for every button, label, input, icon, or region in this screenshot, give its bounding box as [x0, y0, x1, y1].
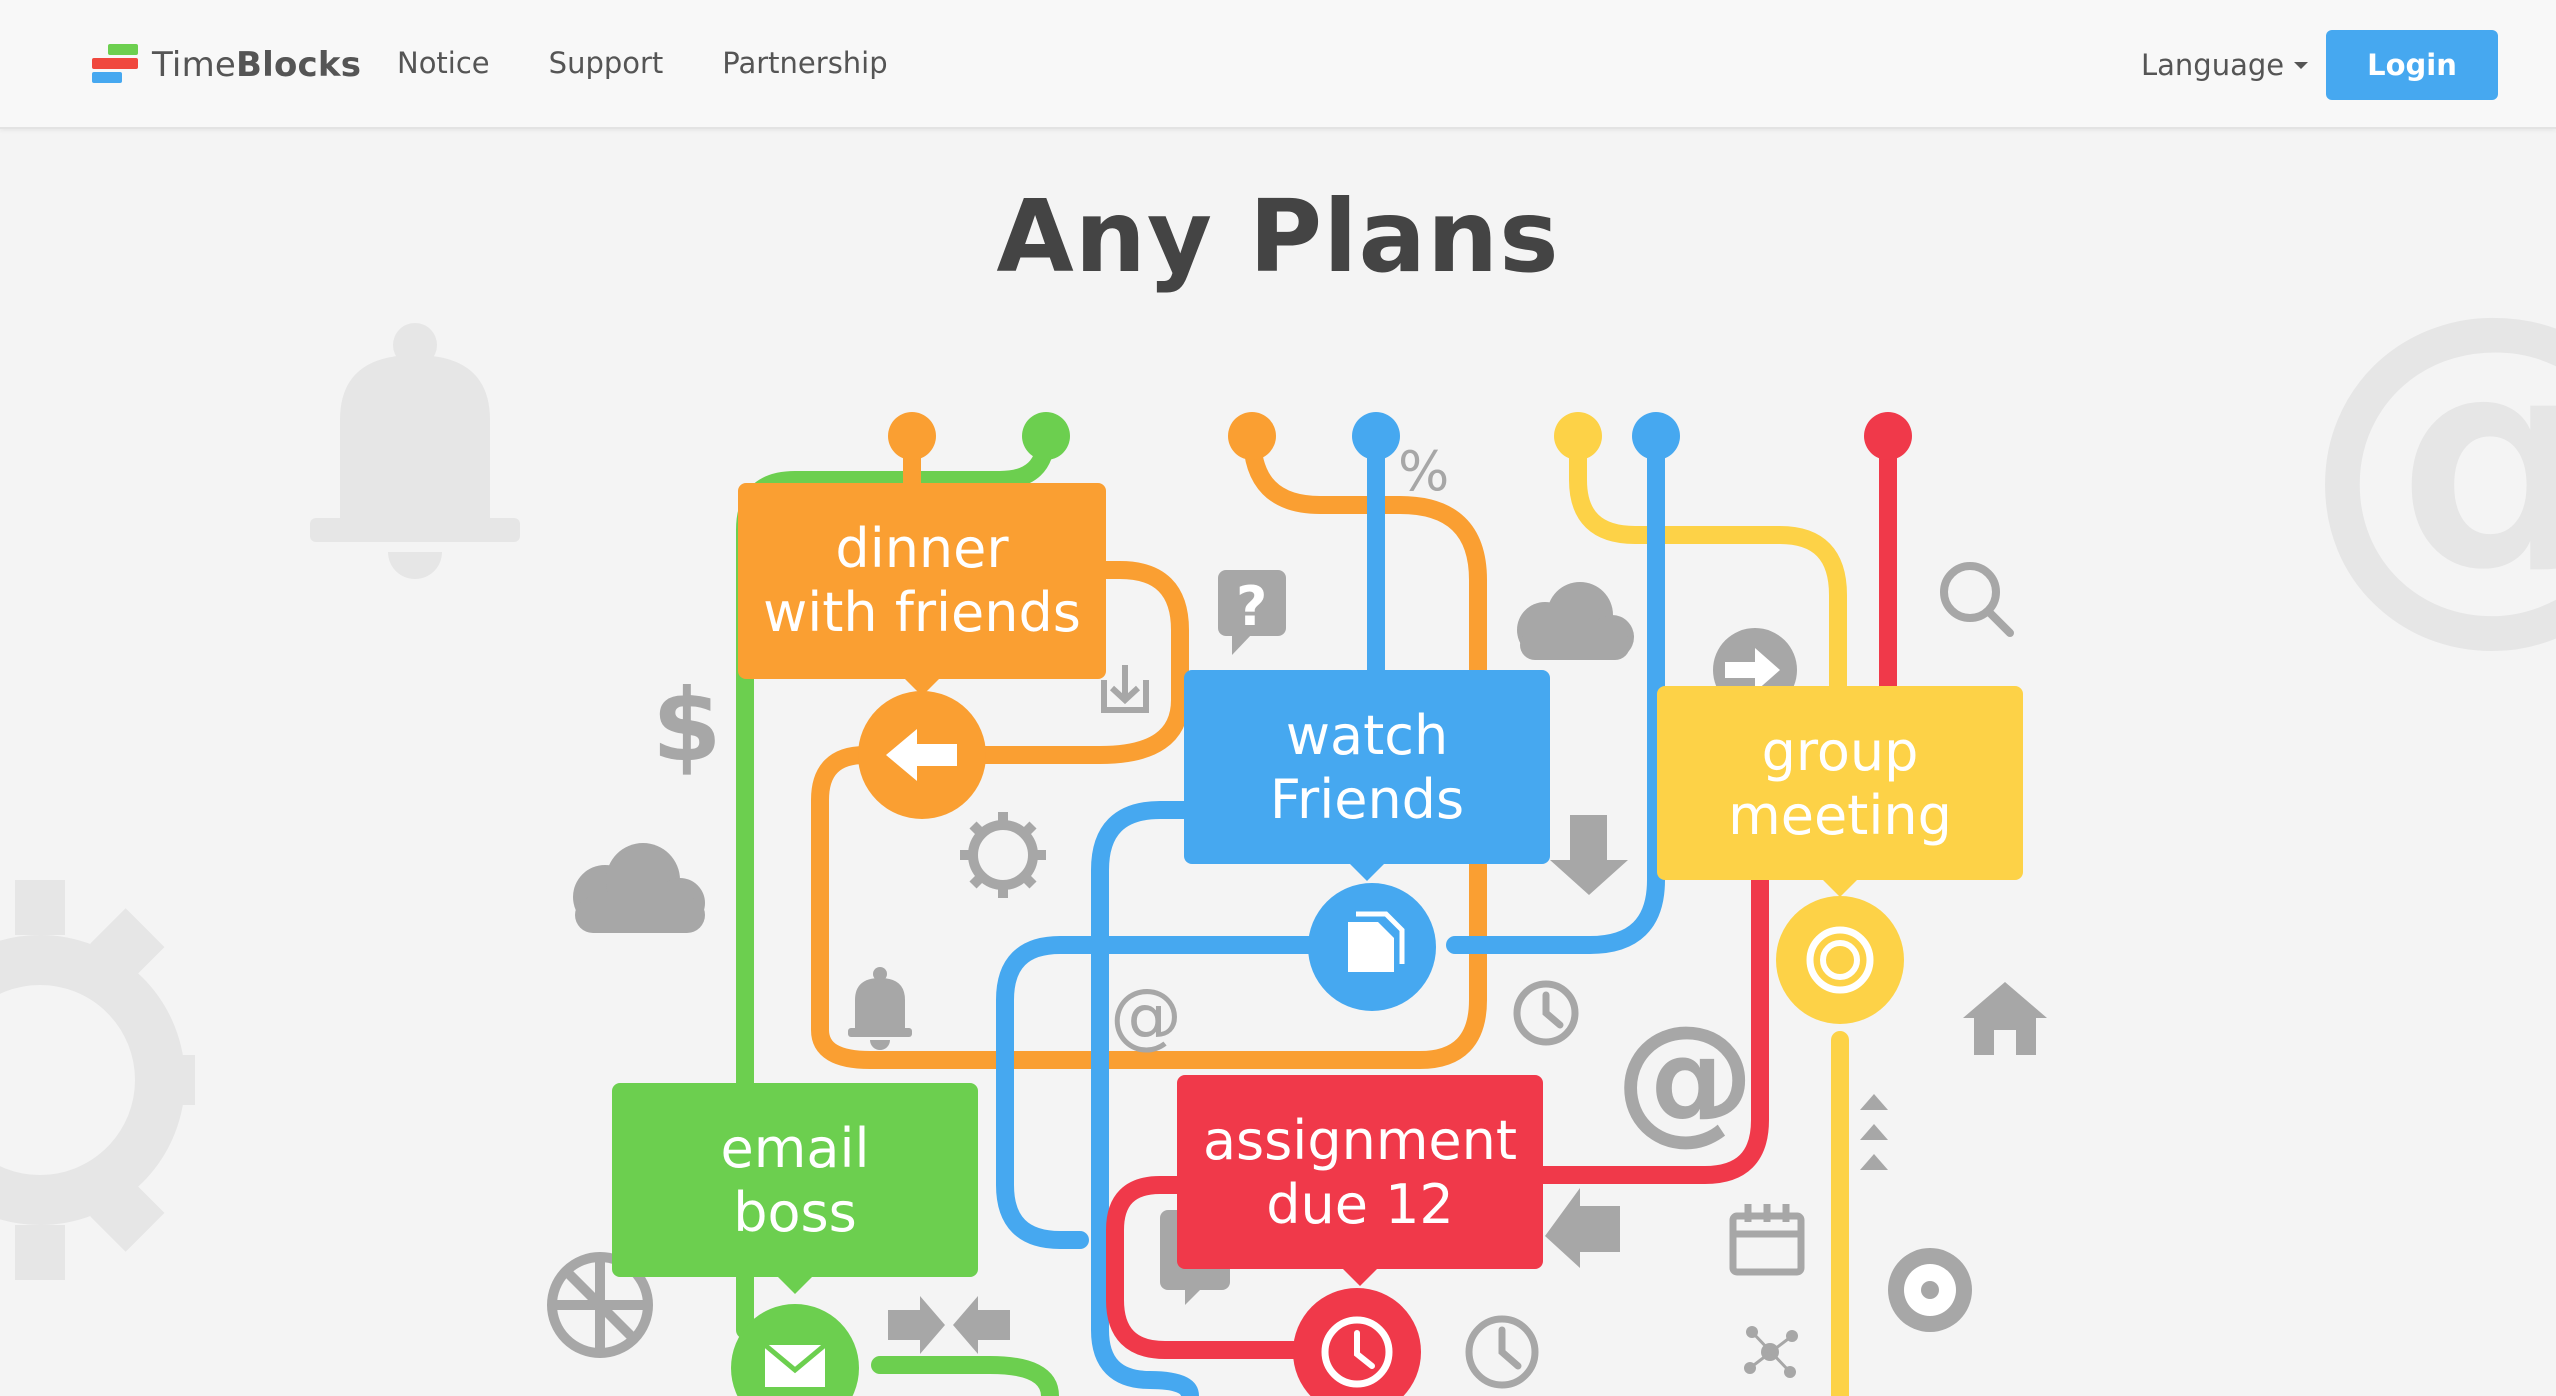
- cloud-icon-top: [1517, 582, 1634, 660]
- percent-icon: %: [1398, 440, 1449, 503]
- network-icon: [1744, 1326, 1798, 1378]
- cloud-icon-left: [573, 843, 705, 933]
- card-group-meeting[interactable]: group meeting: [1657, 686, 2023, 897]
- home-icon: [1963, 982, 2047, 1055]
- badge-icon: [1888, 1248, 1972, 1332]
- card-dinner-line2: with friends: [763, 581, 1081, 644]
- bell-icon: [848, 967, 912, 1050]
- dollar-icon: $: [652, 667, 722, 784]
- svg-text:?: ?: [1236, 575, 1267, 638]
- language-label: Language: [2141, 48, 2285, 82]
- card-watch-line1: watch: [1286, 704, 1448, 767]
- card-email-line1: email: [721, 1117, 870, 1180]
- brand-logo[interactable]: TimeBlocks: [92, 40, 361, 90]
- card-group-line2: meeting: [1728, 784, 1952, 847]
- card-watch-friends[interactable]: watch Friends: [1184, 670, 1550, 881]
- at-icon-small: @: [1110, 973, 1182, 1057]
- card-group-line1: group: [1762, 720, 1919, 783]
- target-circle-icon[interactable]: [1776, 896, 1904, 1024]
- background-bell-icon: [310, 323, 520, 579]
- brand-name-bold: Blocks: [236, 45, 362, 85]
- dot-red: [1864, 412, 1912, 460]
- card-assignment-line2: due 12: [1266, 1173, 1454, 1236]
- background-gear-icon: [0, 935, 185, 1225]
- card-email-boss[interactable]: email boss: [612, 1083, 978, 1294]
- language-dropdown[interactable]: Language: [2141, 48, 2309, 82]
- card-dinner-line1: dinner: [835, 517, 1009, 580]
- card-assignment-due[interactable]: assignment due 12: [1177, 1075, 1543, 1286]
- clock-circle-icon[interactable]: [1293, 1288, 1421, 1396]
- triangles-icon: [1860, 1094, 1888, 1170]
- download-tray-icon: [1101, 665, 1149, 713]
- clock-icon-mid: [1513, 980, 1579, 1046]
- brand-name-light: Time: [152, 45, 237, 85]
- question-bubble-icon: ?: [1218, 570, 1286, 655]
- arrow-left-icon: [1545, 1188, 1620, 1268]
- dot-orange-1: [888, 412, 936, 460]
- arrow-down-icon: [1550, 815, 1628, 895]
- nav-partnership-link[interactable]: Partnership: [722, 46, 887, 80]
- document-circle-icon[interactable]: [1308, 883, 1436, 1011]
- main-nav: Notice Support Partnership: [397, 46, 947, 80]
- at-icon-large: @: [1615, 996, 1755, 1159]
- clock-icon-bottom: [1465, 1315, 1539, 1389]
- calendar-icon: [1729, 1204, 1805, 1276]
- dot-green: [1022, 412, 1070, 460]
- card-email-line2: boss: [733, 1181, 857, 1244]
- search-icon: [1940, 562, 2014, 637]
- dot-blue-1: [1352, 412, 1400, 460]
- card-assignment-line1: assignment: [1203, 1109, 1517, 1172]
- nav-support-link[interactable]: Support: [549, 46, 664, 80]
- arrows-converge-icon: [888, 1296, 1010, 1354]
- card-watch-line2: Friends: [1270, 768, 1464, 831]
- top-navbar: TimeBlocks Notice Support Partnership La…: [0, 0, 2556, 129]
- background-at-icon: @: [2300, 232, 2556, 675]
- brand-name: TimeBlocks: [152, 45, 361, 85]
- card-dinner-with-friends[interactable]: dinner with friends: [738, 483, 1106, 696]
- logo-blocks-icon: [92, 44, 138, 86]
- dot-yellow: [1554, 412, 1602, 460]
- dot-blue-2: [1632, 412, 1680, 460]
- nav-notice-link[interactable]: Notice: [397, 46, 490, 80]
- back-arrow-circle-icon[interactable]: [858, 691, 986, 819]
- login-button[interactable]: Login: [2326, 30, 2498, 100]
- dot-orange-2: [1228, 412, 1276, 460]
- gear-icon: [960, 812, 1046, 898]
- hero-illustration: @ % $ @ @ ?: [0, 232, 2556, 1396]
- caret-down-icon: [2294, 61, 2309, 69]
